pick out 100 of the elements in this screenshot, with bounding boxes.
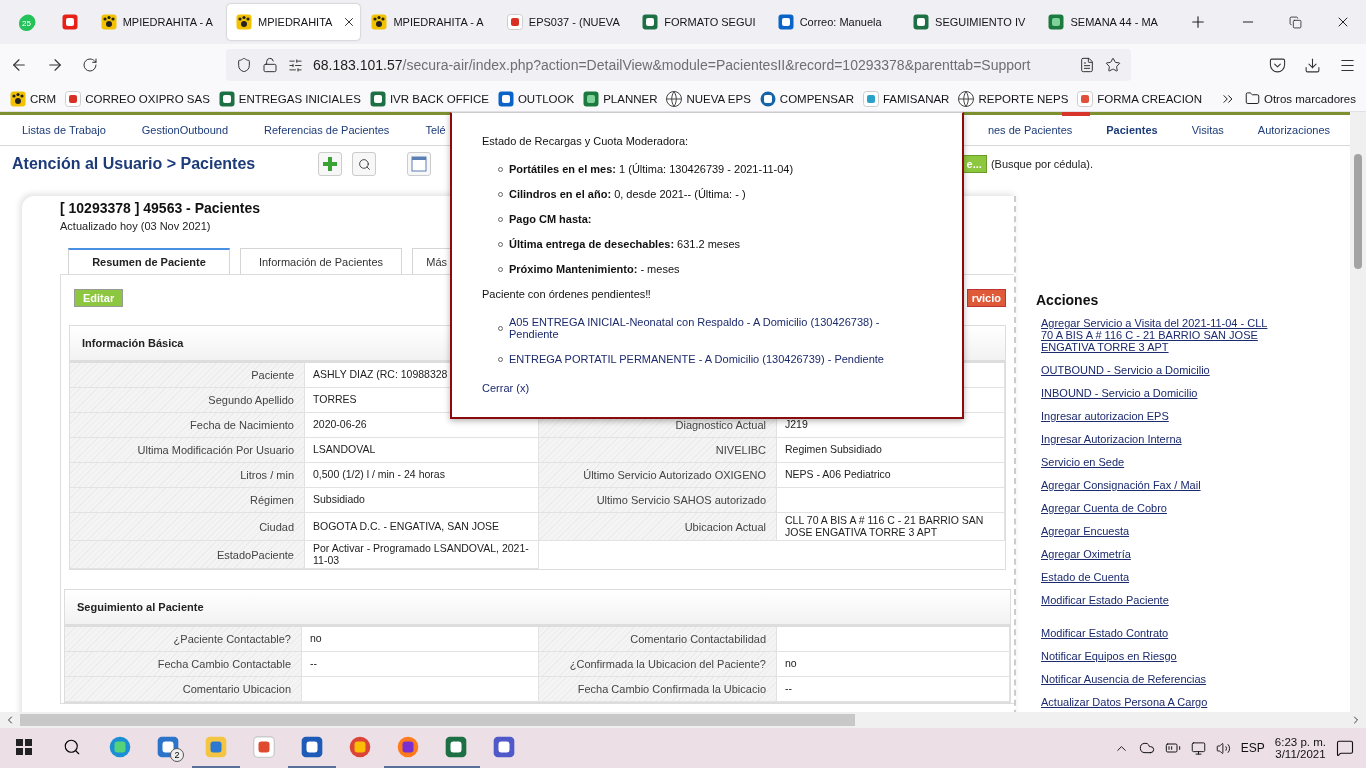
nav-tab[interactable]: Referencias de Pacientes xyxy=(264,124,390,136)
service-button[interactable]: rvicio xyxy=(966,289,1006,307)
action-link[interactable]: INBOUND - Servicio a Domicilio xyxy=(1041,387,1269,399)
horizontal-scrollbar[interactable] xyxy=(0,712,1366,728)
action-link[interactable]: Agregar Consignación Fax / Mail xyxy=(1041,479,1269,491)
bookmark-link[interactable]: IVR BACK OFFICE xyxy=(389,92,489,105)
address-bar[interactable]: 68.183.101.57/secura-air/index.php?action=DetailView&module=PacientesII&record=10293378&parenttab=Support xyxy=(226,49,1131,81)
action-link[interactable]: Notificar Ausencia de Referencias xyxy=(1041,673,1269,685)
action-link[interactable]: Servicio en Sede xyxy=(1041,456,1269,468)
bookmark-link[interactable]: OUTLOOK xyxy=(517,92,575,105)
battery-icon xyxy=(1164,740,1181,756)
record-tab[interactable]: Información de Pacientes xyxy=(240,248,402,274)
field-label: Fecha Cambio Confirmada la Ubicacio xyxy=(539,677,777,703)
browser-tab[interactable]: MPIEDRAHITA - A xyxy=(91,4,226,40)
volume-icon xyxy=(1215,740,1231,756)
bookmark-link[interactable]: CRM xyxy=(30,92,57,105)
browser-tab[interactable]: EPS037 - (NUEVA xyxy=(497,4,632,40)
action-link[interactable]: OUTBOUND - Servicio a Domicilio xyxy=(1041,364,1269,376)
bookmark-link[interactable]: CORREO OXIPRO SAS xyxy=(85,92,210,105)
browser-tab[interactable]: MPIEDRAHITA - A xyxy=(362,4,496,40)
action-link[interactable]: Modificar Estado Paciente xyxy=(1041,594,1269,606)
popup-heading: Paciente con órdenes pendientes‼ xyxy=(482,288,652,300)
vertical-scrollbar[interactable] xyxy=(1350,112,1366,712)
reader-icon[interactable] xyxy=(1079,57,1095,73)
bookmark-link[interactable]: ENTREGAS INICIALES xyxy=(238,92,361,105)
back-icon[interactable] xyxy=(10,56,28,74)
action-link[interactable]: Modificar Estado Contrato xyxy=(1041,627,1269,639)
action-link[interactable]: Actualizar Datos Persona A Cargo xyxy=(1041,696,1269,708)
status-line: Portátiles en el mes: 1 (Última: 130426739 - 2021-11-04) xyxy=(509,163,794,175)
star-icon[interactable] xyxy=(1105,57,1121,73)
reload-icon[interactable] xyxy=(82,57,98,73)
window-button[interactable] xyxy=(407,152,431,176)
browser-tab[interactable]: SEMANA 44 - MA xyxy=(1039,4,1173,40)
browser-tab[interactable]: SEGUIMIENTO IV xyxy=(904,4,1038,40)
cloud-icon xyxy=(1138,740,1155,756)
notification-badge: 25 xyxy=(19,16,34,31)
bookmark-link[interactable]: REPORTE NEPS xyxy=(978,92,1069,105)
action-link[interactable]: Agregar Oximetría xyxy=(1041,548,1269,560)
bookmark-link[interactable]: NUEVA EPS xyxy=(686,92,751,105)
search-icon xyxy=(63,738,81,756)
browser-tab[interactable]: Correo: Manuela xyxy=(768,4,903,40)
action-link[interactable]: Notificar Equipos en Riesgo xyxy=(1041,650,1269,662)
forward-icon[interactable] xyxy=(46,56,64,74)
nav-tab[interactable]: nes de Pacientes xyxy=(987,124,1073,136)
nav-tab[interactable]: Autorizaciones xyxy=(1257,124,1330,136)
language-indicator[interactable]: ESP xyxy=(1240,741,1265,755)
action-link[interactable]: Agregar Cuenta de Cobro xyxy=(1041,502,1269,514)
bookmark-link[interactable]: PLANNER xyxy=(603,92,658,105)
bookmark-link[interactable]: COMPENSAR xyxy=(779,92,854,105)
paw-icon xyxy=(100,14,117,30)
status-line: Última entrega de desechables: 631.2 meses xyxy=(509,238,741,250)
field-label: Fecha de Nacimiento xyxy=(70,413,305,438)
globe-icon xyxy=(958,90,975,107)
page-title: Atención al Usuario > Pacientes xyxy=(12,155,257,173)
lock-icon xyxy=(262,57,278,73)
windows-icon xyxy=(16,739,32,755)
pocket-icon[interactable] xyxy=(1269,56,1286,74)
clock[interactable]: 6:23 p. m. 3/11/2021 xyxy=(1274,736,1326,760)
bookmark-folder[interactable]: Otros marcadores xyxy=(1263,92,1356,105)
action-link[interactable]: Estado de Cuenta xyxy=(1041,571,1269,583)
bookmark-link[interactable]: FORMA CREACION xyxy=(1097,92,1203,105)
field-value: BOGOTA D.C. - ENGATIVA, SAN JOSE xyxy=(305,513,539,542)
download-icon[interactable] xyxy=(1304,56,1321,74)
field-value: LSANDOVAL xyxy=(305,438,539,463)
nav-tab[interactable]: Visitas xyxy=(1191,124,1224,136)
field-value: CLL 70 A BIS A # 116 C - 21 BARRIO SAN JOSE ENGATIVA TORRE 3 APT xyxy=(777,513,1005,542)
record-tab[interactable]: Resumen de Paciente xyxy=(68,248,230,274)
globe-icon xyxy=(666,90,683,107)
restore-icon[interactable] xyxy=(1288,15,1302,29)
popup-heading: Estado de Recargas y Cuota Moderadora: xyxy=(482,135,690,147)
field-value: Subsidiado xyxy=(305,488,539,513)
nav-tab[interactable]: Listas de Trabajo xyxy=(22,124,106,136)
field-label: ¿Paciente Contactable? xyxy=(65,627,302,653)
add-button[interactable] xyxy=(318,152,342,176)
search-icon xyxy=(357,157,371,171)
search-button[interactable] xyxy=(352,152,376,176)
field-label: Ubicacion Actual xyxy=(539,513,777,542)
window-icon xyxy=(411,156,427,172)
updated-text: Actualizado hoy (03 Nov 2021) xyxy=(60,220,211,232)
paw-icon xyxy=(236,14,253,30)
field-value: -- xyxy=(302,652,539,678)
bookmark-link[interactable]: FAMISANAR xyxy=(882,92,950,105)
plus-icon xyxy=(322,156,338,172)
paw-icon xyxy=(10,90,26,107)
action-link[interactable]: Ingresar Autorizacion Interna xyxy=(1041,433,1269,445)
status-line: Pago CM hasta: xyxy=(509,213,592,225)
order-link[interactable]: ENTREGA PORTATIL PERMANENTE - A Domicilio (130426739) - Pendiente xyxy=(509,353,884,365)
action-link[interactable]: Agregar Servicio a Visita del 2021-11-04 - CLL 70 A BIS A # 116 C - 21 BARRIO SAN JOSE ENGATIVA TORRE 3 APT xyxy=(1041,317,1269,353)
action-link[interactable]: Ingresar autorizacion EPS xyxy=(1041,410,1269,422)
browser-tab[interactable]: MPIEDRAHITA xyxy=(227,4,361,40)
nav-tab[interactable]: Pacientes xyxy=(1106,124,1158,136)
action-link[interactable]: Agregar Encuesta xyxy=(1041,525,1269,537)
record-title: [ 10293378 ] 49563 - Pacientes xyxy=(60,200,261,216)
nav-tab[interactable]: Telé xyxy=(425,124,446,136)
taskbar-app[interactable]: 2 xyxy=(144,728,192,768)
field-label: Segundo Apellido xyxy=(70,388,305,413)
field-label: NIVELIBC xyxy=(539,438,777,463)
browser-tab[interactable]: FORMATO SEGUI xyxy=(633,4,767,40)
field-label: Fecha Cambio Contactable xyxy=(65,652,302,678)
nav-tab[interactable]: GestionOutbound xyxy=(141,124,228,136)
